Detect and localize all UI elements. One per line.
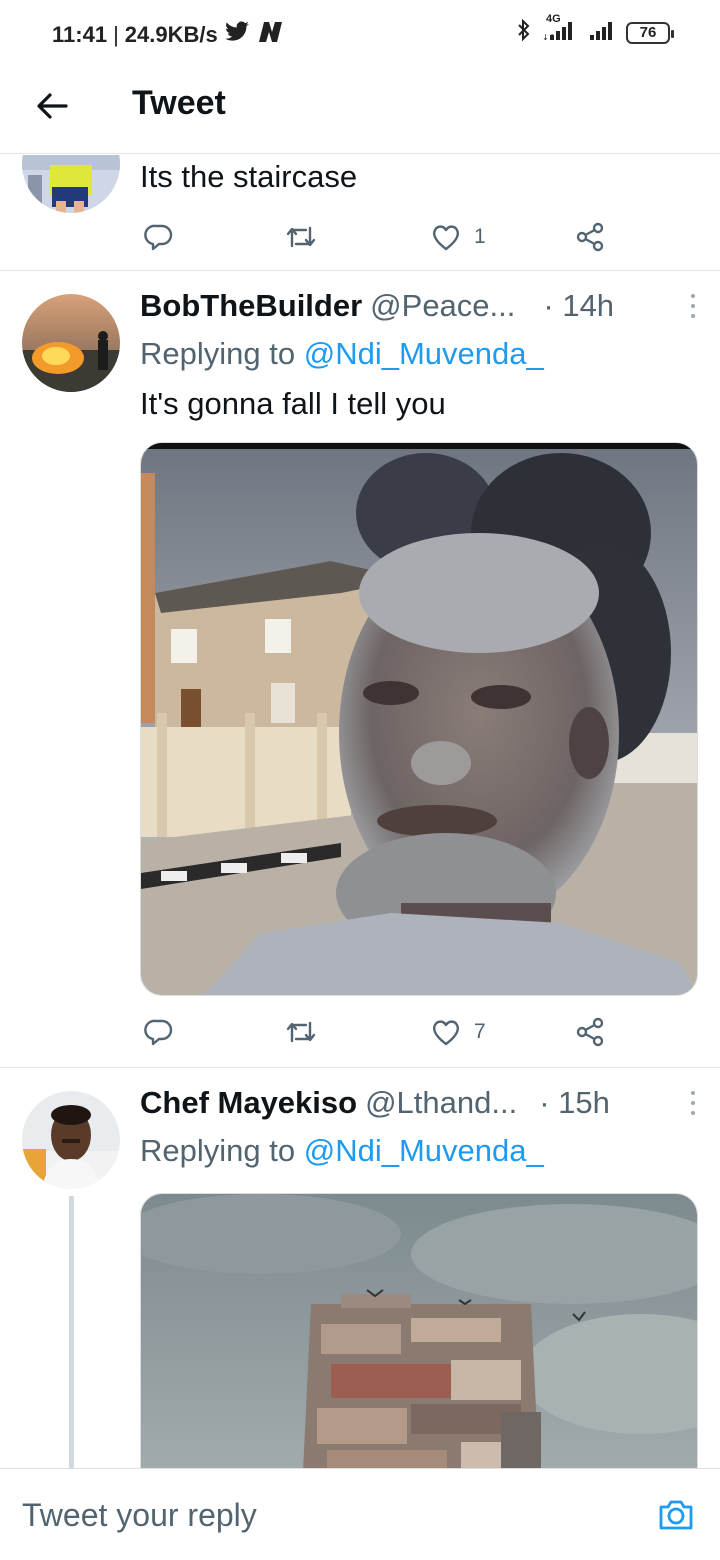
signal-icon-2: [588, 19, 616, 46]
like-count: 1: [474, 225, 486, 248]
tweet[interactable]: Its the staircase 1: [0, 155, 720, 271]
more-options-icon[interactable]: [688, 294, 698, 318]
retweet-button[interactable]: [284, 1012, 318, 1052]
twitter-bird-icon: [224, 21, 250, 49]
status-speed: 24.9KB/s: [124, 22, 218, 47]
like-count: 7: [474, 1020, 486, 1043]
battery-icon: 76: [626, 21, 674, 44]
page-title: Tweet: [132, 84, 226, 122]
tweet-time: · 14h: [543, 288, 615, 323]
share-button[interactable]: [574, 217, 606, 257]
app-header: Tweet: [0, 66, 720, 154]
display-name[interactable]: Chef Mayekiso: [140, 1085, 357, 1121]
bluetooth-icon: [516, 18, 532, 47]
mention-link[interactable]: @Ndi_Muvenda_: [304, 1133, 544, 1168]
heart-icon: [432, 1020, 460, 1046]
avatar[interactable]: [22, 155, 120, 213]
replying-label: Replying to: [140, 336, 296, 371]
tweet[interactable]: Chef Mayekiso @Lthand... · 15h Replying …: [0, 1069, 720, 1468]
share-icon: [576, 1017, 604, 1047]
display-name[interactable]: BobTheBuilder: [140, 288, 362, 324]
netflix-icon: [256, 20, 286, 50]
like-button[interactable]: 7: [430, 1012, 486, 1052]
reply-button[interactable]: [144, 217, 174, 257]
reply-input[interactable]: [22, 1493, 622, 1537]
tweet-image[interactable]: [140, 1193, 698, 1468]
status-left: 11:41 | 24.9KB/s: [52, 20, 286, 50]
reply-bar: [0, 1468, 720, 1560]
tweet-text: Its the staircase: [140, 159, 358, 194]
replying-label: Replying to: [140, 1133, 296, 1168]
avatar[interactable]: [22, 1091, 120, 1189]
svg-text:↓↑: ↓↑: [542, 33, 555, 41]
tweet-text: It's gonna fall I tell you: [140, 386, 446, 421]
status-right: 4G ↓↑ 76: [516, 13, 674, 47]
camera-icon: [659, 1500, 693, 1530]
camera-button[interactable]: [656, 1495, 696, 1535]
more-options-icon[interactable]: [688, 1091, 698, 1115]
status-separator: |: [113, 22, 119, 47]
tweet-header: BobTheBuilder @Peace... · 14h: [140, 286, 698, 326]
user-handle[interactable]: @Lthand...: [365, 1085, 517, 1121]
tweet-image[interactable]: [140, 442, 698, 996]
mention-link[interactable]: @Ndi_Muvenda_: [304, 336, 544, 371]
share-icon: [576, 222, 604, 252]
reply-icon: [144, 224, 173, 251]
reply-icon: [144, 1019, 173, 1046]
thread-connector-line: [69, 1196, 74, 1468]
tweet-time: · 15h: [539, 1085, 610, 1120]
network-type: 4G: [546, 13, 561, 25]
replying-to: Replying to @Ndi_Muvenda_: [140, 1133, 544, 1169]
signal-icon: 4G ↓↑: [542, 13, 578, 46]
back-arrow-icon: [37, 93, 68, 119]
heart-icon: [432, 225, 460, 251]
retweet-icon: [286, 226, 316, 248]
reply-button[interactable]: [144, 1012, 174, 1052]
status-bar: 11:41 | 24.9KB/s 4G ↓↑ 76: [0, 0, 720, 66]
avatar[interactable]: [22, 294, 120, 392]
tweet-header: Chef Mayekiso @Lthand... · 15h: [140, 1083, 698, 1123]
replying-to: Replying to @Ndi_Muvenda_: [140, 336, 544, 372]
tweet-actions: 7: [140, 1012, 620, 1052]
share-button[interactable]: [574, 1012, 606, 1052]
status-time: 11:41: [52, 22, 108, 47]
like-button[interactable]: 1: [430, 217, 486, 257]
retweet-icon: [286, 1021, 316, 1043]
tweet[interactable]: BobTheBuilder @Peace... · 14h Replying t…: [0, 272, 720, 1068]
back-button[interactable]: [32, 86, 72, 126]
retweet-button[interactable]: [284, 217, 318, 257]
tweet-actions: 1: [140, 217, 620, 257]
user-handle[interactable]: @Peace...: [370, 288, 515, 324]
